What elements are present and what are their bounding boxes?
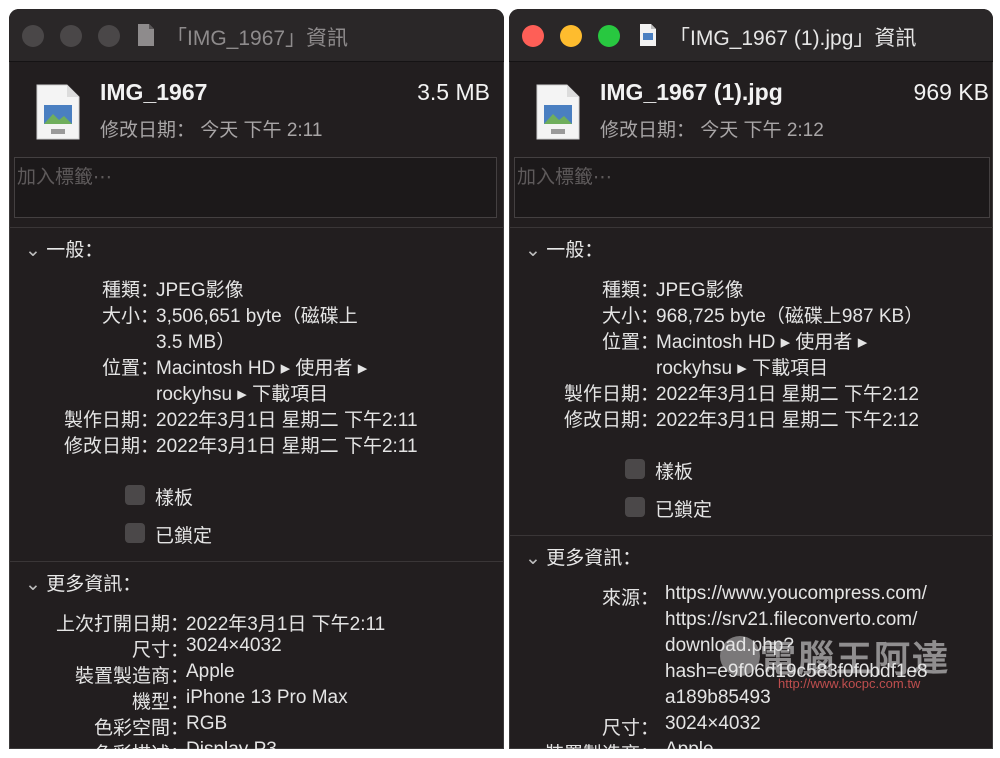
maker-value: Apple <box>665 739 714 749</box>
created-label: 製作日期： <box>563 384 659 405</box>
dimensions-value: 3024×4032 <box>665 713 761 734</box>
kind-value: JPEG影像 <box>656 280 744 301</box>
modified-label: 修改日期： <box>63 436 159 457</box>
size-label: 大小： <box>101 306 159 327</box>
modified-value: 2022年3月1日 星期二 下午2:11 <box>156 436 418 457</box>
source-url-line: hash=e9f06d19c583f0f0bdf1e8 <box>665 661 928 682</box>
modified-value: 2022年3月1日 星期二 下午2:12 <box>656 410 919 431</box>
last-opened-label: 上次打開日期： <box>55 614 189 635</box>
modified-label: 修改日期： <box>563 410 659 431</box>
source-url-line: https://srv21.fileconverto.com/ <box>665 609 918 630</box>
locked-checkbox[interactable] <box>125 523 145 543</box>
section-more-info-toggle[interactable]: ⌄ 更多資訊： <box>525 543 641 570</box>
locked-label: 已鎖定 <box>655 500 713 521</box>
document-icon <box>138 24 154 46</box>
last-opened-value: 2022年3月1日 下午2:11 <box>186 614 386 635</box>
locked-checkbox[interactable] <box>625 497 645 517</box>
zoom-button[interactable] <box>98 25 120 47</box>
minimize-button[interactable] <box>60 25 82 47</box>
document-icon <box>640 24 656 46</box>
location-label: 位置： <box>101 358 159 379</box>
kind-label: 種類： <box>101 280 159 301</box>
source-label: 來源： <box>601 588 659 609</box>
window-title: 「IMG_1967」資訊 <box>166 27 349 50</box>
modified-summary: 修改日期： 今天 下午 2:12 <box>600 120 824 141</box>
location-value-cont: rockyhsu ▸ 下載項目 <box>656 358 829 379</box>
modified-summary: 修改日期： 今天 下午 2:11 <box>100 120 323 141</box>
info-window-right: 「IMG_1967 (1).jpg」資訊 IMG_1967 (1).jpg 96… <box>509 9 993 749</box>
model-value: iPhone 13 Pro Max <box>186 687 348 708</box>
chevron-down-icon: ⌄ <box>525 240 541 261</box>
chevron-down-icon: ⌄ <box>25 240 41 261</box>
size-value: 3,506,651 byte（磁碟上 <box>156 306 358 327</box>
maker-label: 裝置製造商： <box>545 739 659 749</box>
color-space-label: 色彩空間： <box>93 718 189 739</box>
jpeg-file-icon <box>36 84 80 140</box>
close-button[interactable] <box>522 25 544 47</box>
size-value-cont: 3.5 MB） <box>156 332 236 353</box>
divider <box>509 535 993 536</box>
divider <box>9 561 504 562</box>
stationery-label: 樣板 <box>655 462 694 483</box>
title-bar[interactable]: 「IMG_1967」資訊 <box>9 9 504 62</box>
tags-input[interactable]: 加入標籤⋯ <box>514 157 990 218</box>
dimensions-value: 3024×4032 <box>186 635 282 656</box>
created-value: 2022年3月1日 星期二 下午2:11 <box>156 410 418 431</box>
section-more-info-title: 更多資訊： <box>46 574 142 595</box>
location-value: Macintosh HD ▸ 使用者 ▸ <box>656 332 868 353</box>
source-url-line: https://www.youcompress.com/ <box>665 583 927 604</box>
tags-placeholder: 加入標籤⋯ <box>517 167 613 188</box>
chevron-down-icon: ⌄ <box>525 548 541 569</box>
size-value: 968,725 byte（磁碟上987 KB） <box>656 306 924 327</box>
section-more-info-toggle[interactable]: ⌄ 更多資訊： <box>25 569 141 596</box>
file-size: 3.5 MB <box>417 79 490 105</box>
color-profile-label: 色彩描述： <box>94 739 189 749</box>
color-profile-value: Display P3 <box>186 739 277 749</box>
window-title: 「IMG_1967 (1).jpg」資訊 <box>669 27 917 50</box>
jpeg-file-icon <box>536 84 580 140</box>
close-button[interactable] <box>22 25 44 47</box>
file-name: IMG_1967 (1).jpg <box>600 79 783 105</box>
location-label: 位置： <box>601 332 659 353</box>
source-url-line: download.php? <box>665 635 794 656</box>
created-value: 2022年3月1日 星期二 下午2:12 <box>656 384 919 405</box>
size-label: 大小： <box>601 306 659 327</box>
section-general-title: 一般： <box>46 240 104 261</box>
stationery-label: 樣板 <box>155 488 194 509</box>
location-value-cont: rockyhsu ▸ 下載項目 <box>156 384 329 405</box>
file-size: 969 KB <box>913 79 989 105</box>
maker-value: Apple <box>186 661 235 682</box>
location-value: Macintosh HD ▸ 使用者 ▸ <box>156 358 368 379</box>
chevron-down-icon: ⌄ <box>25 574 41 595</box>
color-space-value: RGB <box>186 713 228 734</box>
file-name: IMG_1967 <box>100 79 208 105</box>
stationery-checkbox[interactable] <box>125 485 145 505</box>
section-general-title: 一般： <box>546 240 604 261</box>
locked-label: 已鎖定 <box>155 526 213 547</box>
section-general-toggle[interactable]: ⌄ 一般： <box>525 235 603 262</box>
tags-placeholder: 加入標籤⋯ <box>17 167 113 188</box>
minimize-button[interactable] <box>560 25 582 47</box>
tags-input[interactable]: 加入標籤⋯ <box>14 157 497 218</box>
title-bar[interactable]: 「IMG_1967 (1).jpg」資訊 <box>509 9 993 62</box>
info-window-left: 「IMG_1967」資訊 IMG_1967 3.5 MB 修改日期： 今天 下午… <box>9 9 504 749</box>
section-general-toggle[interactable]: ⌄ 一般： <box>25 235 103 262</box>
zoom-button[interactable] <box>598 25 620 47</box>
dimensions-label: 尺寸： <box>601 718 659 739</box>
divider <box>509 227 993 228</box>
stationery-checkbox[interactable] <box>625 459 645 479</box>
dimensions-label: 尺寸： <box>131 640 189 661</box>
divider <box>9 227 504 228</box>
created-label: 製作日期： <box>63 410 159 431</box>
kind-value: JPEG影像 <box>156 280 244 301</box>
model-label: 機型： <box>131 692 189 713</box>
source-url-line: a189b85493 <box>665 687 771 708</box>
maker-label: 裝置製造商： <box>74 666 189 687</box>
section-more-info-title: 更多資訊： <box>546 548 642 569</box>
kind-label: 種類： <box>601 280 659 301</box>
